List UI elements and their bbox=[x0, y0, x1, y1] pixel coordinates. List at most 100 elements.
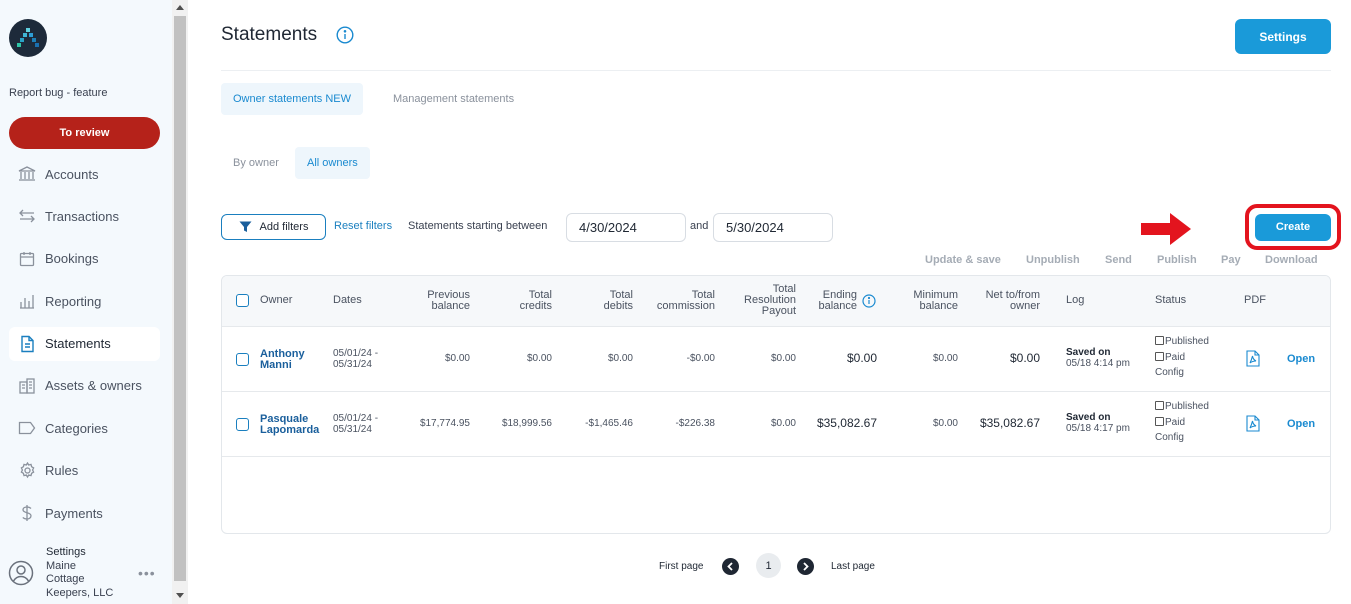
sidebar-item-transactions[interactable]: Transactions bbox=[9, 199, 160, 233]
current-page[interactable]: 1 bbox=[756, 553, 781, 578]
sidebar-item-statements[interactable]: Statements bbox=[9, 326, 160, 361]
header-text: owner bbox=[1010, 300, 1040, 312]
header-status[interactable]: Status bbox=[1155, 295, 1186, 306]
tab-owner-statements[interactable]: Owner statements NEW bbox=[221, 83, 363, 115]
pdf-icon[interactable] bbox=[1246, 350, 1260, 367]
sidebar-item-label: Accounts bbox=[45, 166, 99, 182]
more-options-icon[interactable]: ••• bbox=[138, 565, 156, 581]
ending-balance: $0.00 bbox=[846, 351, 877, 365]
config-link[interactable]: Config bbox=[1155, 430, 1209, 446]
header-total-credits[interactable]: Total credits bbox=[482, 290, 552, 312]
paid-status[interactable]: Paid bbox=[1155, 350, 1209, 366]
config-link[interactable]: Config bbox=[1155, 365, 1209, 381]
sidebar-item-bookings[interactable]: Bookings bbox=[9, 242, 160, 276]
published-checkbox[interactable] bbox=[1155, 336, 1164, 345]
sidebar-item-reporting[interactable]: Reporting bbox=[9, 284, 160, 318]
header-owner[interactable]: Owner bbox=[260, 295, 292, 306]
create-highlight: Create bbox=[1245, 204, 1341, 250]
header-minimum-balance[interactable]: Minimum balance bbox=[888, 290, 958, 312]
send-action[interactable]: Send bbox=[1105, 254, 1132, 266]
header-resolution-payout[interactable]: Total Resolution Payout bbox=[716, 284, 796, 317]
total-debits: $0.00 bbox=[607, 353, 633, 364]
tab-management-statements[interactable]: Management statements bbox=[381, 83, 526, 115]
sidebar-item-assets-owners[interactable]: Assets & owners bbox=[9, 369, 160, 403]
to-review-button[interactable]: To review bbox=[9, 117, 160, 149]
sidebar-nav: Accounts Transactions Bookings Reporting… bbox=[9, 157, 160, 539]
log-label: Saved on bbox=[1066, 347, 1111, 358]
user-info: Settings Maine Cottage Keepers, LLC bbox=[46, 546, 113, 600]
sidebar-item-label: Categories bbox=[45, 420, 108, 436]
paid-checkbox[interactable] bbox=[1155, 351, 1164, 361]
start-date-input[interactable] bbox=[566, 213, 686, 242]
add-filters-button[interactable]: Add filters bbox=[221, 214, 326, 240]
user-settings-label[interactable]: Settings bbox=[46, 546, 113, 560]
scroll-down-arrow[interactable] bbox=[176, 593, 184, 598]
sidebar-item-payments[interactable]: Payments bbox=[9, 496, 160, 530]
row-checkbox[interactable] bbox=[236, 418, 249, 431]
header-text: credits bbox=[519, 300, 552, 312]
ending-balance-info-icon[interactable] bbox=[862, 294, 876, 308]
log-entry: Saved on 05/18 4:14 pm bbox=[1066, 347, 1130, 369]
select-all-checkbox[interactable] bbox=[236, 294, 249, 307]
user-org-line: Cottage bbox=[46, 573, 85, 585]
published-checkbox[interactable] bbox=[1155, 401, 1164, 410]
owner-link[interactable]: Anthony Manni bbox=[260, 349, 305, 370]
header-ending-balance[interactable]: Ending balance bbox=[787, 290, 857, 312]
paid-checkbox[interactable] bbox=[1155, 416, 1164, 426]
published-status[interactable]: Published bbox=[1155, 334, 1209, 350]
tab-by-owner[interactable]: By owner bbox=[221, 147, 291, 179]
first-page-link[interactable]: First page bbox=[659, 561, 703, 572]
sidebar-scrollbar[interactable] bbox=[172, 0, 188, 604]
header-dates[interactable]: Dates bbox=[333, 295, 362, 306]
header-text: balance bbox=[431, 300, 470, 312]
unpublish-action[interactable]: Unpublish bbox=[1026, 254, 1080, 266]
document-icon bbox=[18, 335, 36, 353]
download-action[interactable]: Download bbox=[1265, 254, 1318, 266]
pdf-icon[interactable] bbox=[1246, 415, 1260, 432]
statements-between-label: Statements starting between bbox=[408, 220, 548, 232]
sidebar-item-categories[interactable]: Categories bbox=[9, 411, 160, 445]
report-bug-link[interactable]: Report bug - feature bbox=[9, 87, 107, 99]
main-content: Statements Settings Owner statements NEW… bbox=[188, 0, 1351, 604]
scroll-up-arrow[interactable] bbox=[176, 5, 184, 10]
app-logo[interactable] bbox=[9, 19, 47, 57]
sidebar-item-accounts[interactable]: Accounts bbox=[9, 157, 160, 191]
header-log[interactable]: Log bbox=[1066, 295, 1084, 306]
header-pdf[interactable]: PDF bbox=[1244, 295, 1266, 306]
sidebar-item-rules[interactable]: Rules bbox=[9, 454, 160, 488]
published-status[interactable]: Published bbox=[1155, 399, 1209, 415]
last-page-link[interactable]: Last page bbox=[831, 561, 875, 572]
header-total-commission[interactable]: Total commission bbox=[635, 290, 715, 312]
open-link[interactable]: Open bbox=[1287, 418, 1315, 430]
open-link[interactable]: Open bbox=[1287, 353, 1315, 365]
tag-icon bbox=[18, 419, 36, 437]
settings-button[interactable]: Settings bbox=[1235, 19, 1331, 54]
header-text: balance bbox=[818, 300, 857, 312]
sidebar-item-label: Bookings bbox=[45, 251, 99, 267]
end-date-input[interactable] bbox=[713, 213, 833, 242]
publish-action[interactable]: Publish bbox=[1157, 254, 1197, 266]
user-org-line: Keepers, LLC bbox=[46, 586, 114, 599]
paid-status[interactable]: Paid bbox=[1155, 415, 1209, 431]
update-save-action[interactable]: Update & save bbox=[925, 254, 1001, 266]
row-checkbox[interactable] bbox=[236, 353, 249, 366]
owner-link[interactable]: Pasquale Lapomarda bbox=[260, 414, 319, 435]
reset-filters-link[interactable]: Reset filters bbox=[334, 220, 392, 232]
tab-all-owners[interactable]: All owners bbox=[295, 147, 370, 179]
prev-page-button[interactable] bbox=[722, 558, 739, 575]
owner-name: Manni bbox=[260, 358, 292, 371]
pay-action[interactable]: Pay bbox=[1221, 254, 1241, 266]
chevron-left-icon bbox=[727, 562, 733, 571]
header-net-to-from-owner[interactable]: Net to/from owner bbox=[960, 290, 1040, 312]
header-previous-balance[interactable]: Previous balance bbox=[400, 290, 470, 312]
dollar-icon bbox=[18, 504, 36, 522]
net-to-from-owner: $0.00 bbox=[1009, 351, 1040, 365]
next-page-button[interactable] bbox=[797, 558, 814, 575]
table-row: Pasquale Lapomarda 05/01/24 -05/31/24 $17… bbox=[222, 392, 1330, 457]
header-total-debits[interactable]: Total debits bbox=[563, 290, 633, 312]
info-icon[interactable] bbox=[336, 26, 354, 44]
create-button[interactable]: Create bbox=[1255, 213, 1331, 241]
red-arrow-icon bbox=[1141, 213, 1191, 245]
scroll-thumb[interactable] bbox=[174, 16, 186, 581]
sidebar-item-label: Reporting bbox=[45, 293, 102, 309]
